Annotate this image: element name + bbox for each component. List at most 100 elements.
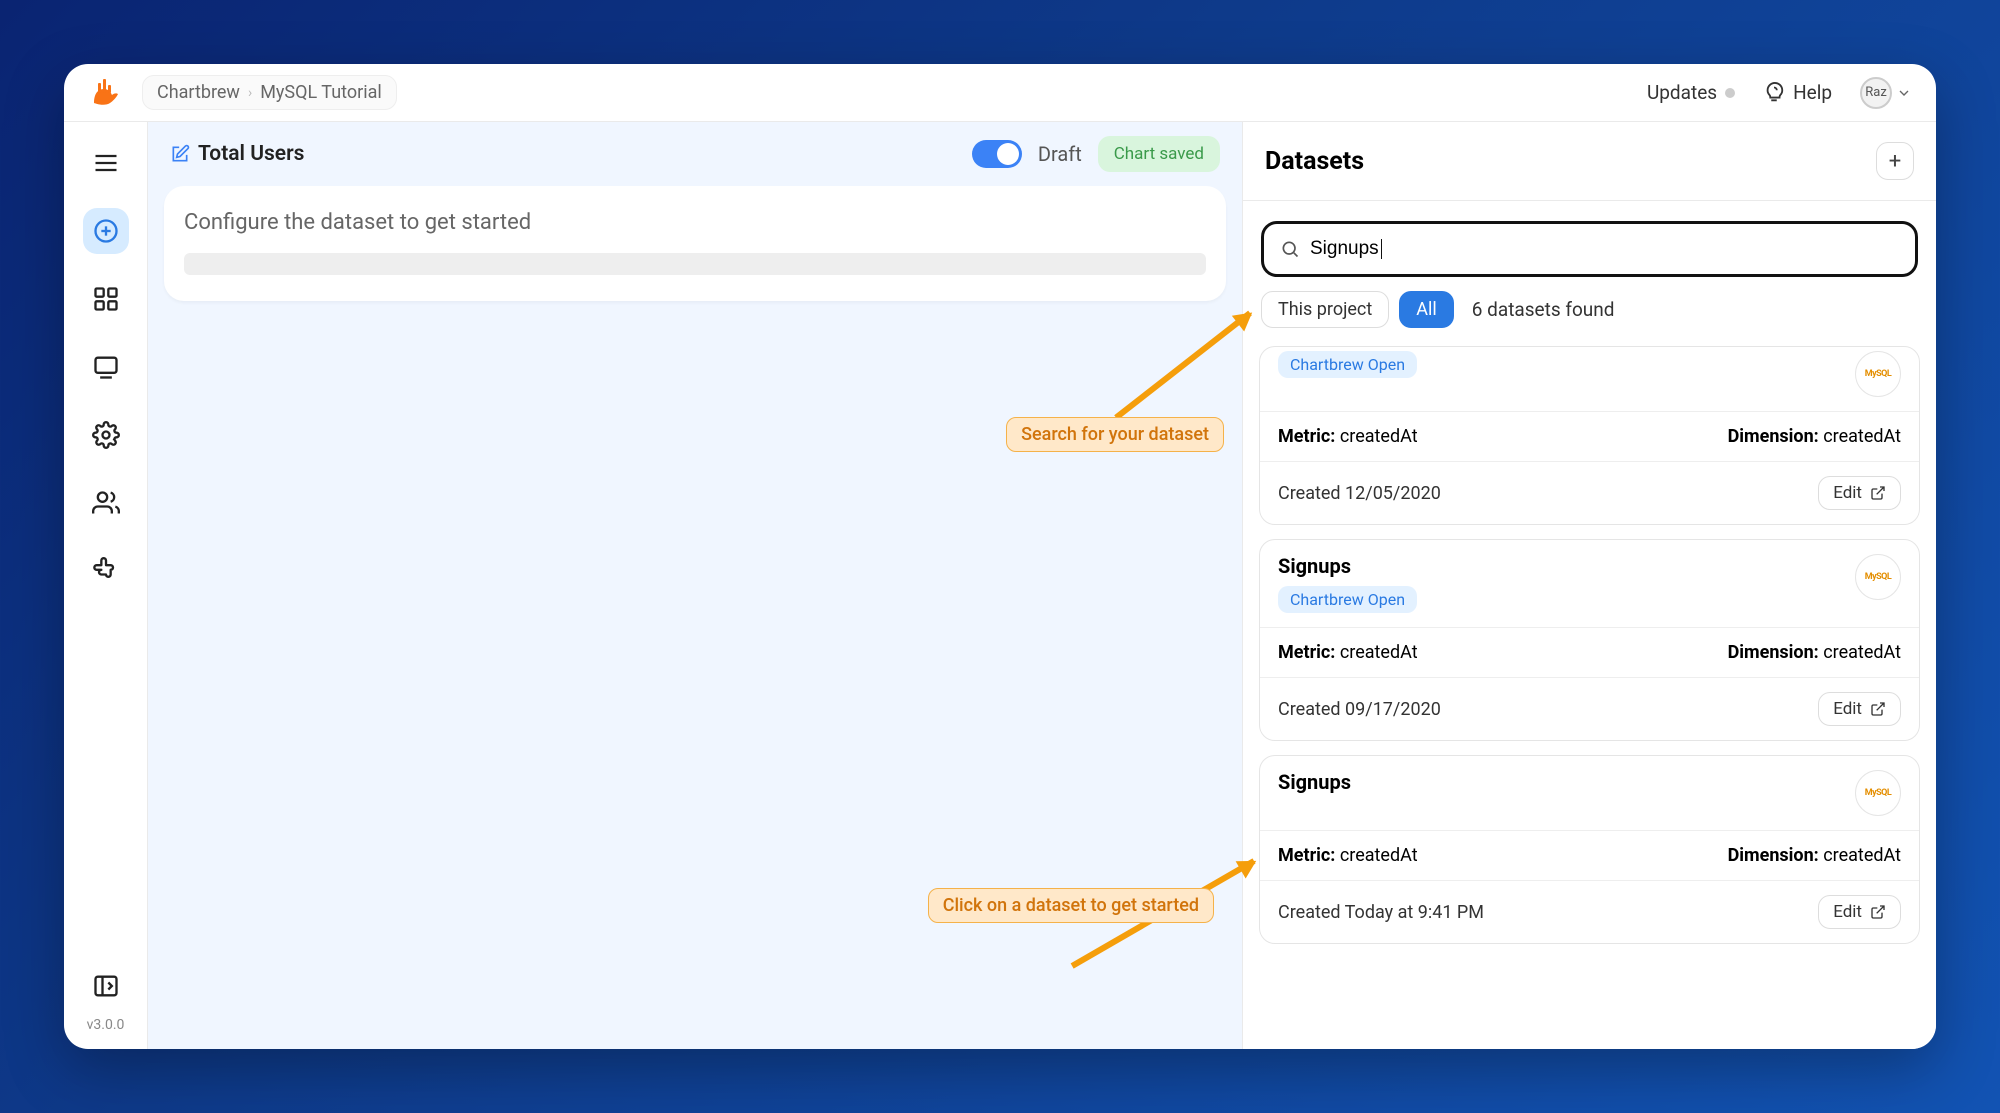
filter-this-project[interactable]: This project (1261, 291, 1389, 328)
dataset-title: Signups (1278, 770, 1351, 794)
dataset-created: Created 09/17/2020 (1278, 699, 1441, 720)
dimension-label: Dimension: (1728, 642, 1819, 663)
search-wrap (1243, 201, 1936, 291)
dimension-label: Dimension: (1728, 845, 1819, 866)
breadcrumb: Chartbrew › MySQL Tutorial (142, 75, 397, 110)
sidebar-integrations[interactable] (83, 548, 129, 594)
panel-left-icon (92, 972, 120, 1000)
dimension-value: createdAt (1823, 845, 1901, 866)
help-label: Help (1793, 81, 1832, 104)
sidebar-team[interactable] (83, 480, 129, 526)
callout-click: Click on a dataset to get started (928, 888, 1214, 923)
draft-toggle[interactable] (972, 140, 1022, 168)
dataset-tag: Chartbrew Open (1278, 586, 1417, 613)
chart-skeleton (184, 253, 1206, 275)
chevron-right-icon: › (248, 85, 252, 101)
datasets-panel: Datasets + This project All 6 datasets f… (1242, 122, 1936, 1049)
pencil-icon (170, 144, 190, 164)
filter-all[interactable]: All (1399, 291, 1454, 328)
breadcrumb-root[interactable]: Chartbrew (157, 82, 240, 103)
edit-dataset-button[interactable]: Edit (1818, 692, 1901, 726)
edit-label: Edit (1833, 902, 1862, 922)
chart-title: Total Users (198, 142, 304, 166)
app-logo (88, 75, 124, 111)
center-header-right: Draft Chart saved (972, 136, 1220, 172)
metric-label: Metric: (1278, 642, 1335, 663)
dataset-tag: Chartbrew Open (1278, 351, 1417, 378)
sidebar-settings[interactable] (83, 412, 129, 458)
edit-label: Edit (1833, 483, 1862, 503)
sidebar-bottom: v3.0.0 (64, 963, 147, 1033)
dataset-card[interactable]: Chartbrew Open MySQL Metric: createdAt D… (1259, 346, 1920, 525)
sidebar-dashboard[interactable] (83, 276, 129, 322)
chevron-down-icon (1896, 85, 1912, 101)
breadcrumb-current[interactable]: MySQL Tutorial (260, 82, 382, 103)
mysql-icon: MySQL (1855, 554, 1901, 600)
edit-dataset-button[interactable]: Edit (1818, 476, 1901, 510)
external-link-icon (1870, 904, 1886, 920)
app-window: Chartbrew › MySQL Tutorial Updates Help … (64, 64, 1936, 1049)
external-link-icon (1870, 701, 1886, 717)
topbar: Chartbrew › MySQL Tutorial Updates Help … (64, 64, 1936, 122)
grid-icon (92, 285, 120, 313)
puzzle-icon (92, 557, 120, 585)
filter-row: This project All 6 datasets found (1243, 291, 1936, 346)
dataset-list[interactable]: Chartbrew Open MySQL Metric: createdAt D… (1243, 346, 1936, 1049)
search-input-value (1310, 238, 1380, 260)
draft-label: Draft (1038, 142, 1082, 166)
sidebar: v3.0.0 (64, 122, 148, 1049)
search-icon (1280, 239, 1300, 259)
dimension-value: createdAt (1823, 426, 1901, 447)
config-placeholder-text: Configure the dataset to get started (184, 210, 1206, 235)
chart-title-wrap[interactable]: Total Users (170, 142, 304, 166)
datasets-heading: Datasets (1265, 147, 1364, 176)
dataset-card[interactable]: Signups MySQL Metric: createdAt Dimensio… (1259, 755, 1920, 944)
help-icon (1763, 82, 1785, 104)
callout-search: Search for your dataset (1006, 417, 1224, 452)
topbar-right: Updates Help Raz (1647, 77, 1912, 109)
center-panel: Total Users Draft Chart saved Configure … (148, 122, 1242, 1049)
mysql-icon: MySQL (1855, 351, 1901, 397)
search-box[interactable] (1261, 221, 1918, 277)
dimension-value: createdAt (1823, 642, 1901, 663)
metric-label: Metric: (1278, 426, 1335, 447)
dataset-created: Created Today at 9:41 PM (1278, 902, 1484, 923)
external-link-icon (1870, 485, 1886, 501)
main: Total Users Draft Chart saved Configure … (148, 122, 1936, 1049)
metric-value: createdAt (1340, 426, 1418, 447)
sidebar-menu-toggle[interactable] (83, 140, 129, 186)
gear-icon (92, 421, 120, 449)
body: v3.0.0 Total Users Draft Chart saved (64, 122, 1936, 1049)
avatar-initials: Raz (1865, 85, 1887, 100)
updates-indicator-icon (1725, 88, 1735, 98)
menu-icon (92, 149, 120, 177)
config-card: Configure the dataset to get started (164, 186, 1226, 301)
annotation-arrow-1 (1114, 311, 1252, 420)
help-link[interactable]: Help (1763, 81, 1832, 104)
sidebar-monitor[interactable] (83, 344, 129, 390)
avatar: Raz (1860, 77, 1892, 109)
datasets-found-text: 6 datasets found (1472, 298, 1615, 321)
metric-value: createdAt (1340, 845, 1418, 866)
dataset-card[interactable]: Signups Chartbrew Open MySQL Metric: cre… (1259, 539, 1920, 741)
center-header: Total Users Draft Chart saved (148, 122, 1242, 186)
dimension-label: Dimension: (1728, 426, 1819, 447)
sidebar-add-dataset[interactable] (83, 208, 129, 254)
datasets-header: Datasets + (1243, 122, 1936, 200)
metric-label: Metric: (1278, 845, 1335, 866)
chart-saved-badge: Chart saved (1098, 136, 1220, 172)
dataset-created: Created 12/05/2020 (1278, 483, 1441, 504)
metric-value: createdAt (1340, 642, 1418, 663)
updates-link[interactable]: Updates (1647, 81, 1735, 104)
plus-circle-icon (92, 217, 120, 245)
add-dataset-button[interactable]: + (1876, 142, 1914, 180)
edit-label: Edit (1833, 699, 1862, 719)
updates-label: Updates (1647, 81, 1717, 104)
version-label: v3.0.0 (87, 1017, 125, 1033)
mysql-icon: MySQL (1855, 770, 1901, 816)
monitor-icon (92, 353, 120, 381)
edit-dataset-button[interactable]: Edit (1818, 895, 1901, 929)
sidebar-collapse[interactable] (83, 963, 129, 1009)
search-input[interactable] (1310, 238, 1380, 260)
user-menu[interactable]: Raz (1860, 77, 1912, 109)
